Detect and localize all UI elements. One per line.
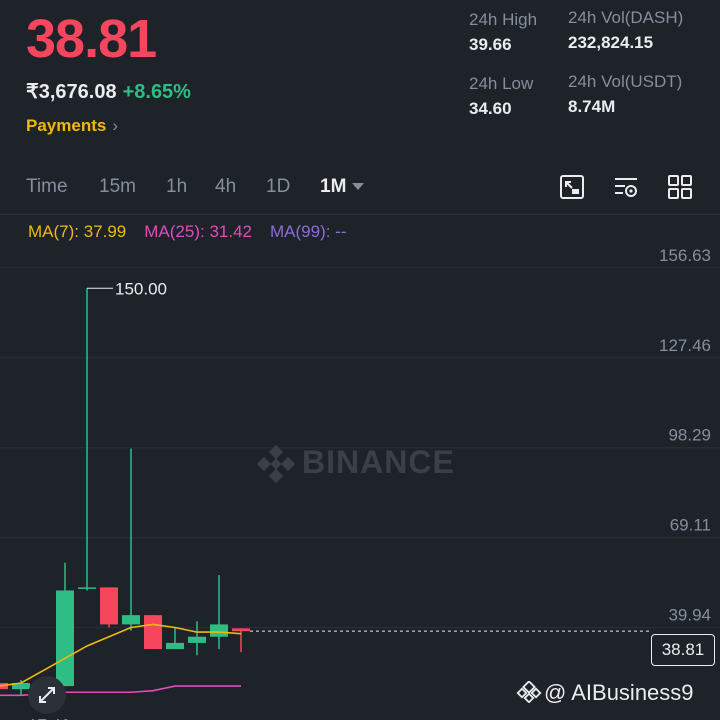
timeframe-bar: Time 15m 1h 4h 1D 1M (0, 168, 720, 208)
current-price-tag: 38.81 (651, 634, 715, 666)
indicator-settings-icon[interactable] (612, 173, 640, 201)
min-price-label: 17.40 (28, 716, 71, 720)
candle-body (232, 628, 250, 632)
y-tick-label: 127.46 (659, 336, 711, 355)
y-tick-label: 39.94 (668, 606, 711, 625)
payments-link[interactable]: Payments › (26, 116, 118, 136)
tab-15m[interactable]: 15m (99, 176, 136, 198)
candle-body (100, 587, 118, 625)
chevron-right-icon: › (112, 116, 118, 135)
binance-logo-icon (256, 444, 296, 484)
tab-1m[interactable]: 1M (320, 176, 365, 198)
last-price: 38.81 (26, 9, 157, 69)
low-value: 34.60 (469, 99, 512, 118)
change-percent: +8.65% (122, 81, 191, 103)
chevron-down-icon (352, 183, 365, 191)
chart-watermark: BINANCE (302, 444, 455, 480)
vol-quote-label: 24h Vol(USDT) (568, 72, 683, 91)
vol-base-label: 24h Vol(DASH) (568, 8, 684, 27)
tab-1h[interactable]: 1h (166, 176, 187, 198)
fiat-price: ₹3,676.08 (26, 81, 117, 103)
tab-time[interactable]: Time (26, 176, 68, 198)
credit-watermark: @ AIBusiness9 (516, 680, 694, 706)
vol-base-value: 232,824.15 (568, 33, 654, 52)
divider (0, 214, 720, 215)
tab-1m-label: 1M (320, 176, 347, 197)
high-label: 24h High (469, 10, 538, 29)
price-annotations: 150.00 17.40 (28, 279, 651, 720)
fiat-price-row: ₹3,676.08 +8.65% (26, 79, 191, 104)
max-price-label: 150.00 (115, 279, 167, 298)
candle-body (166, 642, 184, 650)
layout-grid-icon[interactable] (666, 173, 694, 201)
y-tick-label: 69.11 (670, 516, 711, 535)
low-label: 24h Low (469, 74, 534, 93)
credit-text: @ AIBusiness9 (544, 680, 694, 705)
candle-body (56, 590, 74, 687)
y-tick-label: 156.63 (659, 246, 711, 265)
expand-icon (39, 687, 55, 703)
candles (0, 288, 250, 696)
y-axis-labels: 156.63 127.46 98.29 69.11 39.94 (659, 246, 711, 625)
y-tick-label: 98.29 (668, 426, 711, 445)
candle-body (210, 624, 228, 637)
candle-body (144, 615, 162, 650)
payments-label: Payments (26, 116, 107, 135)
diamond-logo-icon (516, 680, 542, 704)
fullscreen-button[interactable] (28, 676, 66, 714)
high-value: 39.66 (469, 35, 512, 54)
depth-chart-icon[interactable] (558, 173, 586, 201)
candle-body (188, 636, 206, 643)
candle-body (122, 615, 140, 625)
tab-4h[interactable]: 4h (215, 176, 236, 198)
vol-quote-value: 8.74M (568, 97, 616, 116)
tab-1d[interactable]: 1D (266, 176, 290, 198)
candle-body (78, 587, 96, 589)
